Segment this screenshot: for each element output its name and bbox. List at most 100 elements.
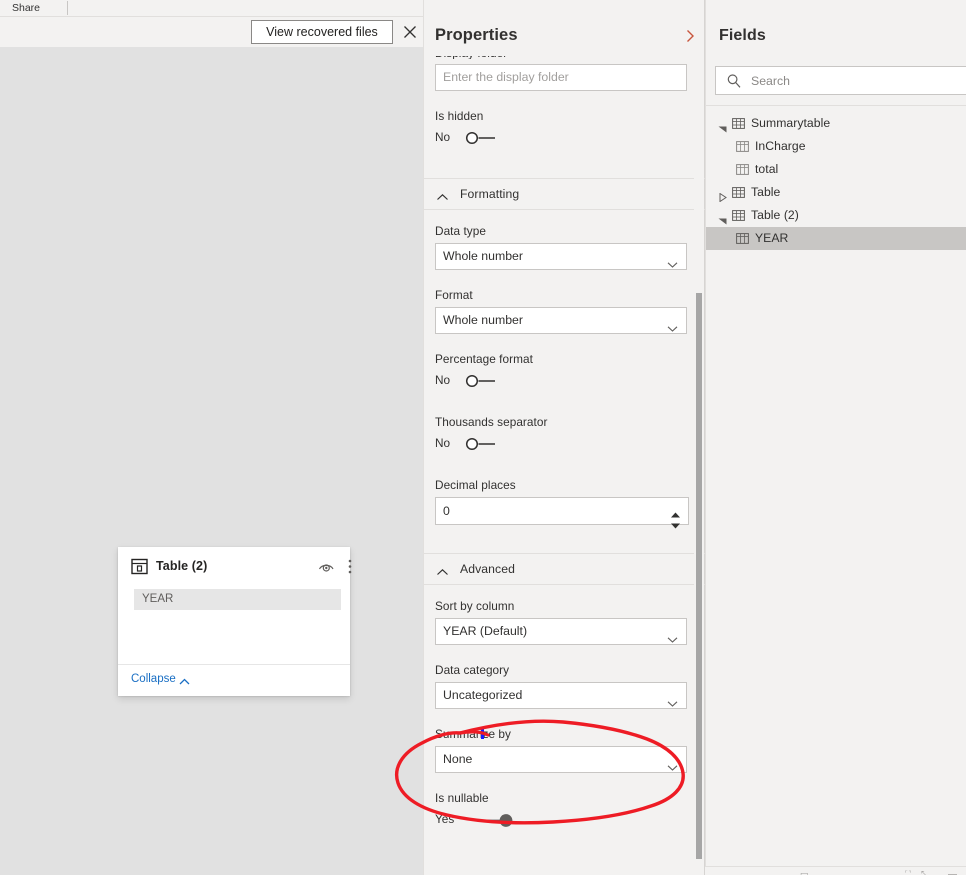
status-bar-clipped: ▭ ⛶ ⤡ ▬ <box>705 866 966 875</box>
ribbon-tab-share[interactable]: Share <box>12 1 40 16</box>
table-icon <box>732 209 745 222</box>
document-recovery-bar: View recovered files <box>0 17 423 47</box>
formatting-section-title: Formatting <box>460 187 520 201</box>
summarize-by-dropdown[interactable]: None <box>435 746 687 773</box>
is-hidden-value: No <box>435 130 451 144</box>
tree-item-year[interactable]: YEAR <box>706 227 966 250</box>
data-category-dropdown[interactable]: Uncategorized <box>435 682 687 709</box>
chevron-down-icon <box>667 628 678 643</box>
is-nullable-value: Yes <box>435 812 455 826</box>
chevron-right-icon[interactable] <box>718 189 727 203</box>
tree-item-label: Table <box>751 185 781 199</box>
page-indicator-icon: ▭ <box>800 869 809 875</box>
toggle-switch-off-icon[interactable] <box>465 374 503 388</box>
toggle-switch-off-icon[interactable] <box>465 437 503 451</box>
fields-tree: Summarytable InCharge total Table Table … <box>706 112 966 250</box>
advanced-section-title: Advanced <box>460 562 516 576</box>
formatting-section-header[interactable]: Formatting <box>424 178 706 210</box>
chevron-right-icon[interactable] <box>682 28 698 44</box>
chevron-up-icon[interactable] <box>178 675 191 687</box>
percentage-format-value: No <box>435 373 451 387</box>
column-icon <box>736 163 749 176</box>
table-icon <box>732 186 745 199</box>
sort-by-column-label: Sort by column <box>435 599 515 613</box>
decimal-places-stepper[interactable]: 0 <box>435 497 689 529</box>
toggle-switch-on-icon[interactable] <box>475 813 520 828</box>
close-icon[interactable] <box>399 21 421 43</box>
is-nullable-toggle[interactable]: Yes <box>435 810 706 832</box>
chevron-down-icon <box>667 317 678 332</box>
decimal-places-label: Decimal places <box>435 478 516 492</box>
focus-mode-eye-icon[interactable] <box>318 559 335 575</box>
chevron-down-icon <box>667 692 678 707</box>
is-hidden-toggle[interactable]: No <box>435 128 706 150</box>
table-column-header: YEAR <box>142 593 174 605</box>
tree-item-summarytable[interactable]: Summarytable <box>706 112 966 135</box>
sort-by-column-value: YEAR (Default) <box>443 624 528 638</box>
chevron-down-icon[interactable] <box>718 120 727 133</box>
tree-item-total[interactable]: total <box>706 158 966 181</box>
tree-item-table[interactable]: Table <box>706 181 966 204</box>
data-category-value: Uncategorized <box>443 688 523 702</box>
thousands-separator-label: Thousands separator <box>435 415 548 429</box>
zoom-slider[interactable]: ▬ <box>948 870 957 875</box>
table-visual-icon <box>131 558 148 575</box>
data-type-dropdown[interactable]: Whole number <box>435 243 687 270</box>
decimal-places-value: 0 <box>443 504 450 518</box>
tree-item-incharge[interactable]: InCharge <box>706 135 966 158</box>
tree-item-label: Summarytable <box>751 116 831 130</box>
percentage-format-label: Percentage format <box>435 352 533 366</box>
column-icon <box>736 140 749 153</box>
tree-item-table-2[interactable]: Table (2) <box>706 204 966 227</box>
display-folder-label: Display folder <box>435 56 706 59</box>
thousands-separator-toggle[interactable]: No <box>435 434 706 456</box>
stepper-up-icon[interactable] <box>670 502 681 518</box>
format-value: Whole number <box>443 313 523 327</box>
search-input[interactable]: Search <box>715 66 966 95</box>
is-hidden-label: Is hidden <box>435 109 484 123</box>
display-folder-input[interactable]: Enter the display folder <box>435 64 687 91</box>
format-label: Format <box>435 288 473 302</box>
properties-header: Properties <box>424 0 704 56</box>
search-placeholder: Search <box>751 74 790 88</box>
tree-item-label: InCharge <box>755 139 806 153</box>
summarize-by-label: Summarize by <box>435 727 511 741</box>
resize-handle-icon: ⤡ <box>921 869 929 875</box>
report-canvas[interactable]: Table (2) YEAR Collapse <box>0 47 423 875</box>
chevron-up-icon[interactable] <box>436 190 449 201</box>
table-visual-card[interactable]: Table (2) YEAR Collapse <box>118 547 352 696</box>
advanced-section-header[interactable]: Advanced <box>424 553 706 585</box>
properties-panel: Properties Display folder Enter the disp… <box>423 0 706 875</box>
column-icon <box>736 232 749 245</box>
chevron-down-icon <box>667 756 678 771</box>
view-recovered-files-button[interactable]: View recovered files <box>251 20 393 44</box>
properties-scrollbar-thumb[interactable] <box>696 293 702 859</box>
format-dropdown[interactable]: Whole number <box>435 307 687 334</box>
visual-header <box>118 547 350 585</box>
is-nullable-label: Is nullable <box>435 791 489 805</box>
properties-scroll-region: Display folder Enter the display folder … <box>424 56 706 875</box>
visual-footer-divider <box>118 664 350 665</box>
tree-item-label: YEAR <box>755 231 789 245</box>
table-icon <box>732 117 745 130</box>
chevron-down-icon <box>667 253 678 268</box>
percentage-format-toggle[interactable]: No <box>435 371 706 393</box>
data-type-label: Data type <box>435 224 486 238</box>
fields-title: Fields <box>719 27 766 44</box>
fields-divider <box>706 105 966 106</box>
fields-panel: Fields Search Summarytable InCharge tota… <box>705 0 966 875</box>
ribbon-tab-strip: Share <box>0 0 423 17</box>
toggle-switch-off-icon[interactable] <box>465 131 503 145</box>
chevron-up-icon[interactable] <box>436 565 449 576</box>
thousands-separator-value: No <box>435 436 451 450</box>
collapse-link[interactable]: Collapse <box>131 673 176 685</box>
power-bi-desktop-window: Share View recovered files Table (2) YEA… <box>0 0 966 875</box>
more-options-icon[interactable] <box>344 558 356 575</box>
fields-header: Fields <box>706 0 966 56</box>
sort-by-column-dropdown[interactable]: YEAR (Default) <box>435 618 687 645</box>
fit-to-page-icon: ⛶ <box>905 869 912 875</box>
data-category-label: Data category <box>435 663 510 677</box>
chevron-down-icon[interactable] <box>718 212 727 225</box>
stepper-down-icon[interactable] <box>670 513 681 529</box>
visual-title: Table (2) <box>156 559 208 573</box>
